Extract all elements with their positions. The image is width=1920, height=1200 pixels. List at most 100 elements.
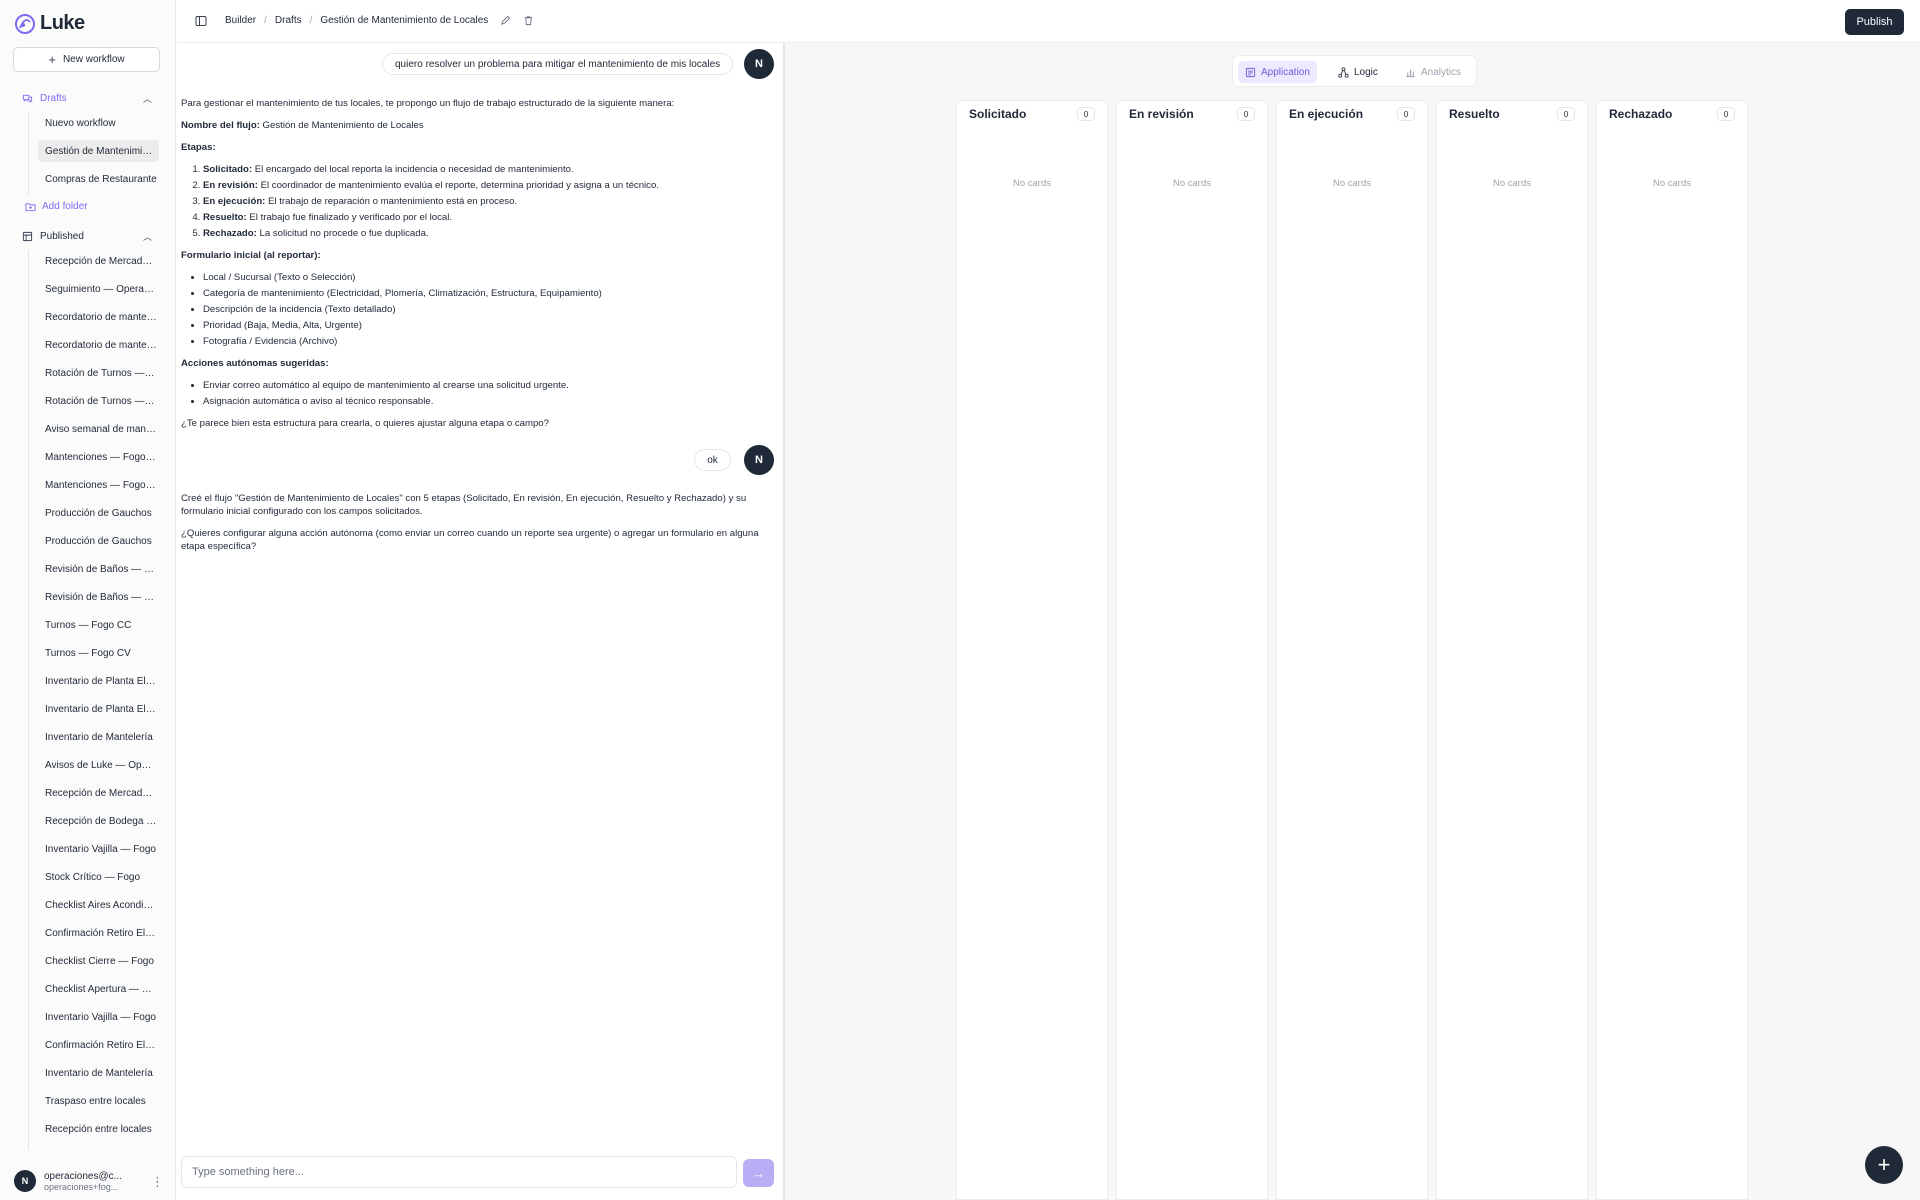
sidebar-item-published[interactable]: Checklist Cierre — Fogo (38, 950, 159, 972)
tab-analytics[interactable]: Analytics (1398, 61, 1468, 83)
column-empty-state: No cards (1172, 178, 1211, 189)
sidebar-item-published[interactable]: Avisos de Luke — Operaciones (38, 754, 159, 776)
sidebar-item-published[interactable]: Mantenciones — Fogo CV (38, 474, 159, 496)
trash-icon[interactable] (523, 15, 534, 26)
list-item: En ejecución: El trabajo de reparación o… (203, 195, 771, 208)
chat-input[interactable]: Type something here... (181, 1156, 737, 1188)
new-workflow-button[interactable]: + New workflow (13, 47, 160, 72)
sidebar-item-published[interactable]: Confirmación Retiro El Golf (38, 1034, 159, 1056)
add-folder-button[interactable]: Add folder (25, 201, 88, 212)
logo-icon (15, 13, 35, 34)
sidebar-item-label: Aviso semanal de mantención (45, 423, 157, 435)
column-empty-state: No cards (1332, 178, 1371, 189)
tab-application[interactable]: Application (1238, 61, 1317, 83)
sidebar-item-label: Inventario de Mantelería (45, 731, 153, 743)
sidebar-item-published[interactable]: Producción de Gauchos (38, 502, 159, 524)
sidebar-item-published[interactable]: Recepción de Mercadería (38, 782, 159, 804)
logo[interactable]: Luke (14, 12, 85, 35)
sidebar-toggle-icon[interactable] (195, 15, 207, 27)
tab-logic[interactable]: Logic (1331, 61, 1385, 83)
sidebar-item-published[interactable]: Aviso semanal de mantención (38, 418, 159, 440)
column-count-badge: 0 (1077, 107, 1095, 121)
sidebar-item-published[interactable]: Rotación de Turnos — Fogo (38, 362, 159, 384)
sidebar-item-published[interactable]: Recepción entre locales (38, 1118, 159, 1140)
top-header: Builder / Drafts / Gestión de Mantenimie… (177, 0, 1920, 43)
sidebar-item-label: Recepción de Mercadería (45, 255, 157, 267)
sidebar-item-label: Turnos — Fogo CC (45, 619, 132, 631)
sidebar-item-published[interactable]: Turnos — Fogo CC (38, 614, 159, 636)
sidebar-item-published[interactable]: Checklist Aires Acondicionados (38, 894, 159, 916)
sidebar-item-published[interactable]: Checklist Apertura — Fogo (38, 978, 159, 1000)
sidebar-item-label: Traspaso entre locales (45, 1095, 146, 1107)
sidebar-item-published[interactable]: Inventario de Planta El Golf (38, 698, 159, 720)
bar-chart-icon (1406, 69, 1415, 77)
user-message-bubble: ok (694, 449, 731, 471)
sidebar-item-published[interactable]: Inventario de Planta El Golf (38, 670, 159, 692)
sidebar-item-label: Mantenciones — Fogo CC (45, 451, 157, 463)
sidebar-item-published[interactable]: Mantenciones — Fogo CC (38, 446, 159, 468)
send-button[interactable]: → (743, 1159, 774, 1187)
breadcrumb-current: Gestión de Mantenimiento de Locales (320, 15, 489, 26)
list-item: Categoría de mantenimiento (Electricidad… (203, 287, 771, 300)
add-floating-button[interactable]: + (1865, 1146, 1903, 1184)
sidebar-item-label: Recepción de Bodega Central (45, 815, 157, 827)
sidebar-item-label: Rotación de Turnos — Fogo (45, 395, 157, 407)
sidebar-item-published[interactable]: Recepción de Mercadería (38, 250, 159, 272)
new-workflow-label: New workflow (62, 54, 125, 65)
column-empty-state: No cards (1492, 178, 1531, 189)
sidebar-item-draft[interactable]: Nuevo workflow (38, 112, 159, 134)
sidebar-item-draft[interactable]: Compras de Restaurante (38, 168, 159, 190)
drafts-label: Drafts (40, 92, 67, 104)
breadcrumb-drafts[interactable]: Drafts (275, 15, 302, 26)
sidebar-item-label: Recordatorio de mantención (45, 339, 157, 351)
sidebar-item-published[interactable]: Traspaso entre locales (38, 1090, 159, 1112)
sidebar-item-published[interactable]: Revisión de Baños — Fogo (38, 558, 159, 580)
list-item: Resuelto: El trabajo fue finalizado y ve… (203, 211, 771, 224)
sidebar-item-published[interactable]: Recepción de Bodega Central (38, 810, 159, 832)
sidebar-item-label: Avisos de Luke — Operaciones (45, 759, 157, 771)
pencil-icon[interactable] (500, 15, 511, 26)
sidebar-item-label: Recepción entre locales (45, 1123, 152, 1135)
sidebar-item-published[interactable]: Seguimiento — Operaciones (38, 278, 159, 300)
publish-button[interactable]: Publish (1845, 9, 1904, 35)
sidebar-item-label: Mantenciones — Fogo CV (45, 479, 157, 491)
message-heading: Acciones autónomas sugeridas: (181, 358, 329, 369)
sidebar-item-label: Stock Crítico — Fogo (45, 871, 141, 883)
column-title: En revisión (1129, 107, 1194, 121)
board-panel: Application Logic Analytics Solicitado 0… (785, 43, 1920, 1200)
message-text: Creé el flujo "Gestión de Mantenimiento … (181, 493, 747, 517)
sidebar-item-published[interactable]: Stock Crítico — Fogo (38, 866, 159, 888)
sidebar-item-published[interactable]: Recordatorio de mantención (38, 306, 159, 328)
tab-label: Analytics (1421, 66, 1462, 78)
sidebar-item-published[interactable]: Confirmación Retiro El Golf (38, 922, 159, 944)
sidebar-item-label: Checklist Apertura — Fogo (45, 983, 157, 995)
sidebar-item-published[interactable]: Rotación de Turnos — Fogo (38, 390, 159, 412)
published-label: Published (40, 230, 84, 242)
sidebar-item-published[interactable]: Turnos — Fogo CV (38, 642, 159, 664)
sidebar-item-published[interactable]: Inventario de Mantelería (38, 726, 159, 748)
published-section-toggle[interactable]: Published ︿ (22, 228, 152, 244)
drafts-section-toggle[interactable]: Drafts ︿ (22, 90, 152, 106)
chevron-up-icon: ︿ (142, 232, 152, 242)
sidebar-item-label: Producción de Gauchos (45, 535, 152, 547)
column-empty-state: No cards (1012, 178, 1051, 189)
column-count-badge: 0 (1717, 107, 1735, 121)
sidebar-item-published[interactable]: Recordatorio de mantención (38, 334, 159, 356)
sidebar-item-draft-active[interactable]: Gestión de Mantenimiento de Locales (38, 140, 159, 162)
sidebar-item-published[interactable]: Inventario de Mantelería (38, 1062, 159, 1084)
avatar: N (744, 49, 774, 79)
sidebar-item-published[interactable]: Inventario Vajilla — Fogo (38, 1006, 159, 1028)
breadcrumb-builder[interactable]: Builder (225, 15, 256, 26)
chat-icon (22, 94, 33, 103)
more-vertical-icon[interactable]: ⋮ (151, 1174, 164, 1190)
breadcrumb-separator: / (309, 15, 313, 26)
sidebar-item-published[interactable]: Revisión de Baños — Fogo (38, 586, 159, 608)
sidebar-item-published[interactable]: Producción de Gauchos (38, 530, 159, 552)
sidebar-item-label: Turnos — Fogo CV (45, 647, 131, 659)
user-email-secondary: operaciones+fog... (44, 1181, 119, 1192)
sidebar-item-published[interactable]: Inventario Vajilla — Fogo (38, 838, 159, 860)
user-menu[interactable]: N operaciones@c... operaciones+fog... ⋮ (14, 1168, 164, 1194)
column-count-badge: 0 (1397, 107, 1415, 121)
breadcrumb: Builder / Drafts / Gestión de Mantenimie… (225, 15, 534, 26)
sidebar-item-label: Rotación de Turnos — Fogo (45, 367, 157, 379)
